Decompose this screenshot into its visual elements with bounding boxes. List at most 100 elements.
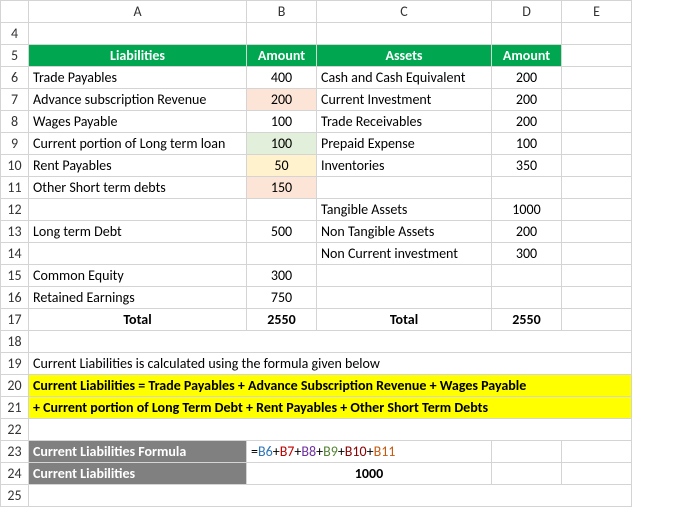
cell-D15[interactable] bbox=[492, 265, 562, 287]
row-header-13[interactable]: 13 bbox=[1, 221, 29, 243]
header-amount-liab[interactable]: Amount bbox=[247, 45, 317, 67]
cell-E8[interactable] bbox=[562, 111, 632, 133]
row-header-18[interactable]: 18 bbox=[1, 331, 29, 353]
col-header-A[interactable]: A bbox=[29, 1, 247, 23]
formula-label[interactable]: Current Liabilities Formula bbox=[29, 441, 247, 463]
cell-B10[interactable]: 50 bbox=[247, 155, 317, 177]
row-header-14[interactable]: 14 bbox=[1, 243, 29, 265]
cell-C16[interactable] bbox=[317, 287, 492, 309]
cell-B6[interactable]: 400 bbox=[247, 67, 317, 89]
cell-E10[interactable] bbox=[562, 155, 632, 177]
cell-C4[interactable] bbox=[317, 23, 492, 45]
cell-D10[interactable]: 350 bbox=[492, 155, 562, 177]
cell-A12[interactable] bbox=[29, 199, 247, 221]
row-header-12[interactable]: 12 bbox=[1, 199, 29, 221]
cell-A16[interactable]: Retained Earnings bbox=[29, 287, 247, 309]
row-header-7[interactable]: 7 bbox=[1, 89, 29, 111]
col-header-E[interactable]: E bbox=[562, 1, 632, 23]
row-header-25[interactable]: 25 bbox=[1, 485, 29, 507]
row-header-11[interactable]: 11 bbox=[1, 177, 29, 199]
cell-C15[interactable] bbox=[317, 265, 492, 287]
cell-B17[interactable]: 2550 bbox=[247, 309, 317, 331]
cell-A10[interactable]: Rent Payables bbox=[29, 155, 247, 177]
header-assets[interactable]: Assets bbox=[317, 45, 492, 67]
cell-C11[interactable] bbox=[317, 177, 492, 199]
row-header-16[interactable]: 16 bbox=[1, 287, 29, 309]
cell-D16[interactable] bbox=[492, 287, 562, 309]
cell-A9[interactable]: Current portion of Long term loan bbox=[29, 133, 247, 155]
cell-B12[interactable] bbox=[247, 199, 317, 221]
cell-A15[interactable]: Common Equity bbox=[29, 265, 247, 287]
cell-C10[interactable]: Inventories bbox=[317, 155, 492, 177]
cell-A17[interactable]: Total bbox=[29, 309, 247, 331]
value-cell[interactable]: 1000 bbox=[247, 463, 492, 485]
cell-E16[interactable] bbox=[562, 287, 632, 309]
cell-A8[interactable]: Wages Payable bbox=[29, 111, 247, 133]
cell-A4[interactable] bbox=[29, 23, 247, 45]
cell-B7[interactable]: 200 bbox=[247, 89, 317, 111]
cell-C12[interactable]: Tangible Assets bbox=[317, 199, 492, 221]
cell-D11[interactable] bbox=[492, 177, 562, 199]
cell-row18[interactable] bbox=[29, 331, 632, 353]
cell-D23[interactable] bbox=[492, 441, 562, 463]
formula-desc-2[interactable]: + Current portion of Long Term Debt + Re… bbox=[29, 397, 632, 419]
cell-D9[interactable]: 100 bbox=[492, 133, 562, 155]
cell-B9[interactable]: 100 bbox=[247, 133, 317, 155]
cell-E17[interactable] bbox=[562, 309, 632, 331]
row-header-8[interactable]: 8 bbox=[1, 111, 29, 133]
cell-D6[interactable]: 200 bbox=[492, 67, 562, 89]
cell-E6[interactable] bbox=[562, 67, 632, 89]
cell-E5[interactable] bbox=[562, 45, 632, 67]
row-header-24[interactable]: 24 bbox=[1, 463, 29, 485]
cell-E24[interactable] bbox=[562, 463, 632, 485]
corner-cell[interactable] bbox=[1, 1, 29, 23]
cell-E23[interactable] bbox=[562, 441, 632, 463]
cell-D17[interactable]: 2550 bbox=[492, 309, 562, 331]
cell-D8[interactable]: 200 bbox=[492, 111, 562, 133]
cell-A6[interactable]: Trade Payables bbox=[29, 67, 247, 89]
cell-C14[interactable]: Non Current investment bbox=[317, 243, 492, 265]
note-text[interactable]: Current Liabilities is calculated using … bbox=[29, 353, 632, 375]
col-header-D[interactable]: D bbox=[492, 1, 562, 23]
cell-C6[interactable]: Cash and Cash Equivalent bbox=[317, 67, 492, 89]
spreadsheet-grid[interactable]: A B C D E 4 5 Liabilities Amount Assets … bbox=[0, 0, 632, 507]
row-header-19[interactable]: 19 bbox=[1, 353, 29, 375]
cell-D14[interactable]: 300 bbox=[492, 243, 562, 265]
cell-B14[interactable] bbox=[247, 243, 317, 265]
cell-A14[interactable] bbox=[29, 243, 247, 265]
cell-E12[interactable] bbox=[562, 199, 632, 221]
cell-C7[interactable]: Current Investment bbox=[317, 89, 492, 111]
row-header-10[interactable]: 10 bbox=[1, 155, 29, 177]
cell-D12[interactable]: 1000 bbox=[492, 199, 562, 221]
cell-row25[interactable] bbox=[29, 485, 632, 507]
cell-C17[interactable]: Total bbox=[317, 309, 492, 331]
value-label[interactable]: Current Liabilities bbox=[29, 463, 247, 485]
cell-B13[interactable]: 500 bbox=[247, 221, 317, 243]
cell-E4[interactable] bbox=[562, 23, 632, 45]
cell-B4[interactable] bbox=[247, 23, 317, 45]
cell-B15[interactable]: 300 bbox=[247, 265, 317, 287]
row-header-20[interactable]: 20 bbox=[1, 375, 29, 397]
header-liabilities[interactable]: Liabilities bbox=[29, 45, 247, 67]
cell-E15[interactable] bbox=[562, 265, 632, 287]
cell-E11[interactable] bbox=[562, 177, 632, 199]
row-header-5[interactable]: 5 bbox=[1, 45, 29, 67]
cell-A7[interactable]: Advance subscription Revenue bbox=[29, 89, 247, 111]
cell-D24[interactable] bbox=[492, 463, 562, 485]
cell-E7[interactable] bbox=[562, 89, 632, 111]
row-header-4[interactable]: 4 bbox=[1, 23, 29, 45]
cell-row22[interactable] bbox=[29, 419, 632, 441]
cell-E9[interactable] bbox=[562, 133, 632, 155]
row-header-15[interactable]: 15 bbox=[1, 265, 29, 287]
formula-desc-1[interactable]: Current Liabilities = Trade Payables + A… bbox=[29, 375, 632, 397]
cell-B16[interactable]: 750 bbox=[247, 287, 317, 309]
row-header-23[interactable]: 23 bbox=[1, 441, 29, 463]
cell-E13[interactable] bbox=[562, 221, 632, 243]
cell-C9[interactable]: Prepaid Expense bbox=[317, 133, 492, 155]
row-header-21[interactable]: 21 bbox=[1, 397, 29, 419]
cell-B8[interactable]: 100 bbox=[247, 111, 317, 133]
cell-E14[interactable] bbox=[562, 243, 632, 265]
col-header-B[interactable]: B bbox=[247, 1, 317, 23]
cell-A11[interactable]: Other Short term debts bbox=[29, 177, 247, 199]
cell-C8[interactable]: Trade Receivables bbox=[317, 111, 492, 133]
